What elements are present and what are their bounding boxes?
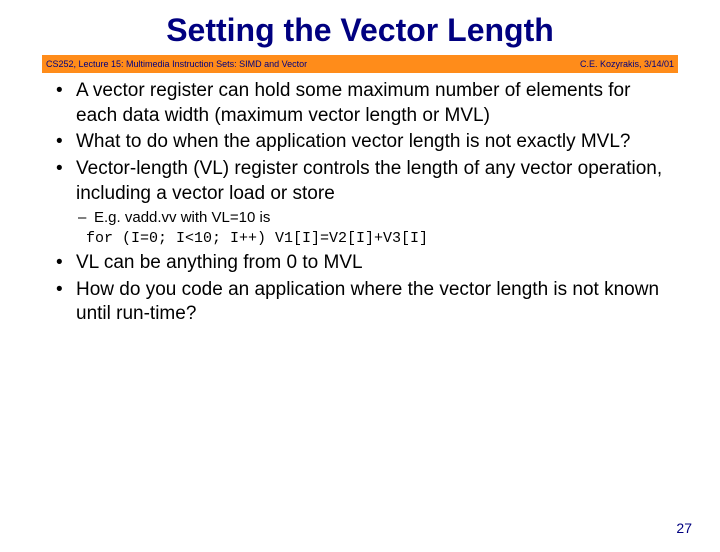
bullet-item: What to do when the application vector l… (48, 130, 672, 155)
bullet-item: A vector register can hold some maximum … (48, 79, 672, 128)
banner-right: C.E. Kozyrakis, 3/14/01 (580, 59, 674, 69)
bullet-item: VL can be anything from 0 to MVL (48, 251, 672, 276)
bullet-list-2: VL can be anything from 0 to MVL How do … (48, 251, 672, 327)
page-number: 27 (676, 520, 692, 536)
slide-content: A vector register can hold some maximum … (48, 79, 672, 327)
bullet-item: How do you code an application where the… (48, 278, 672, 327)
bullet-item: Vector-length (VL) register controls the… (48, 157, 672, 206)
slide-title: Setting the Vector Length (0, 12, 720, 49)
bullet-list: A vector register can hold some maximum … (48, 79, 672, 206)
header-banner: CS252, Lecture 15: Multimedia Instructio… (42, 55, 678, 73)
banner-left: CS252, Lecture 15: Multimedia Instructio… (46, 59, 307, 69)
code-line: for (I=0; I<10; I++) V1[I]=V2[I]+V3[I] (86, 229, 672, 249)
sub-item: E.g. vadd.vv with VL=10 is (76, 208, 672, 228)
sub-list: E.g. vadd.vv with VL=10 is for (I=0; I<1… (76, 208, 672, 249)
